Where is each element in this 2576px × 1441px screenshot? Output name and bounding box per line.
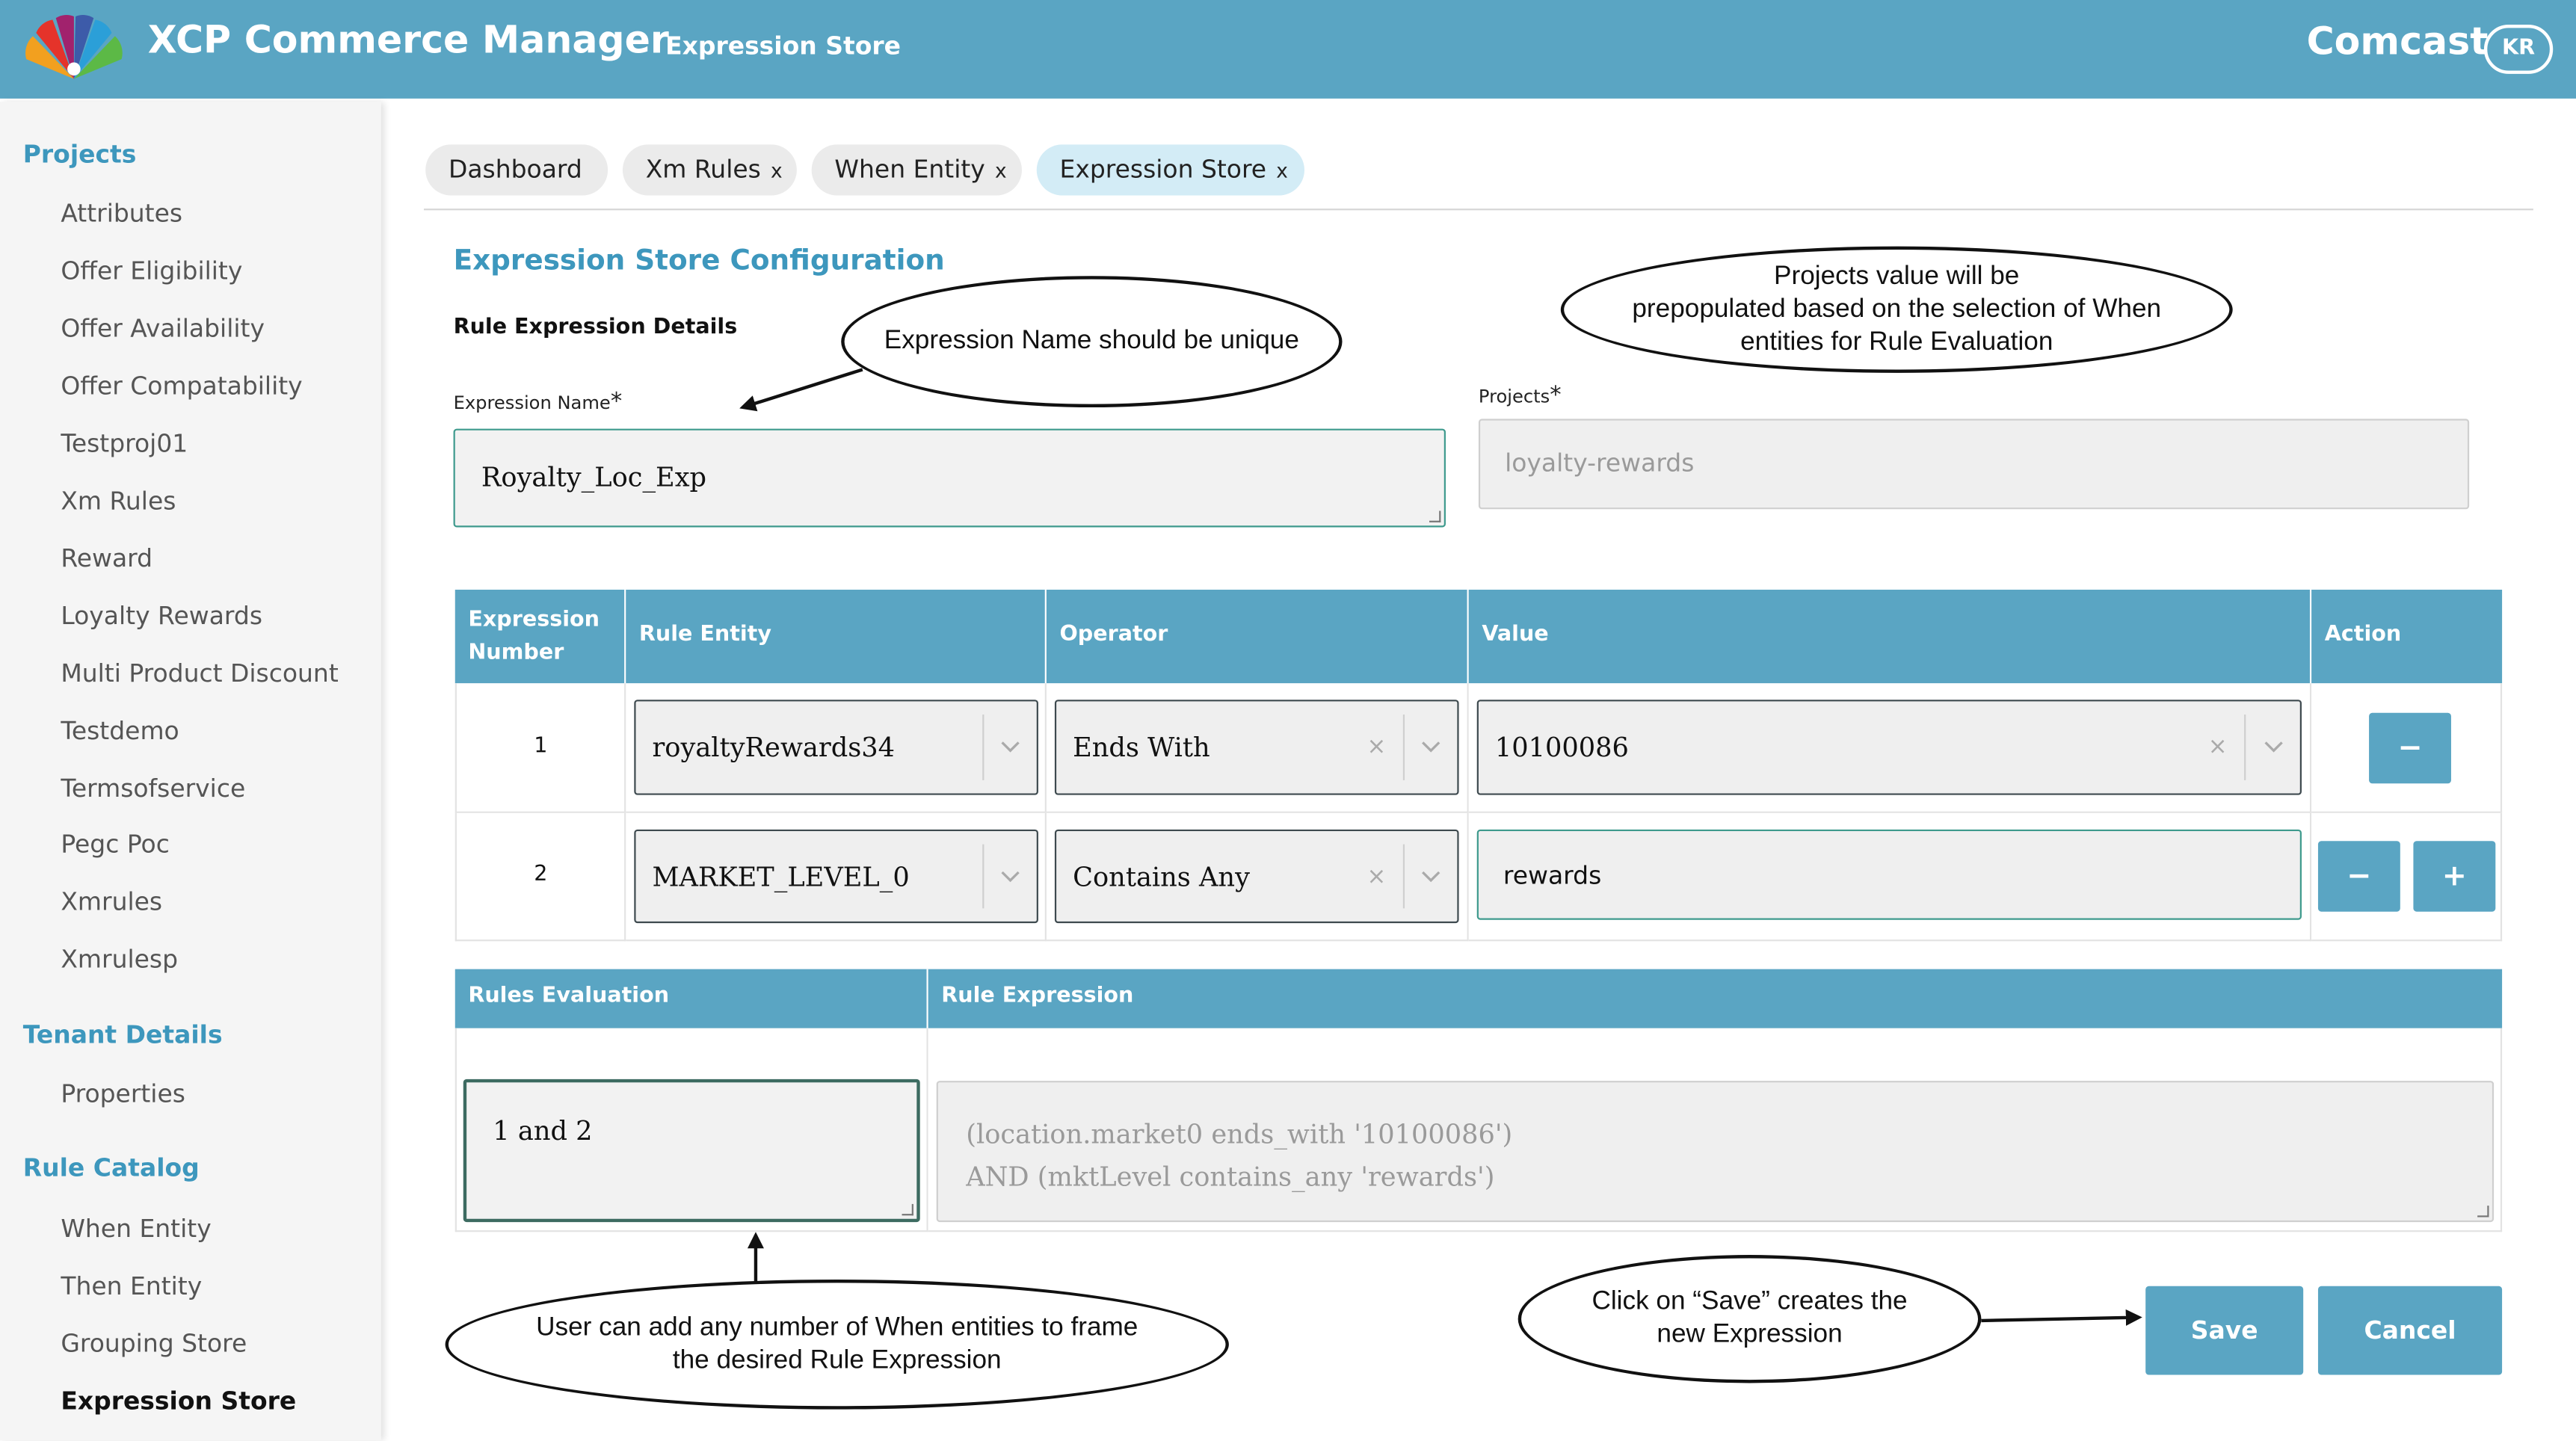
arrow-to-name-field <box>739 368 863 412</box>
arrow-to-save <box>1981 1309 2142 1326</box>
callout-arrows <box>739 368 2142 1326</box>
